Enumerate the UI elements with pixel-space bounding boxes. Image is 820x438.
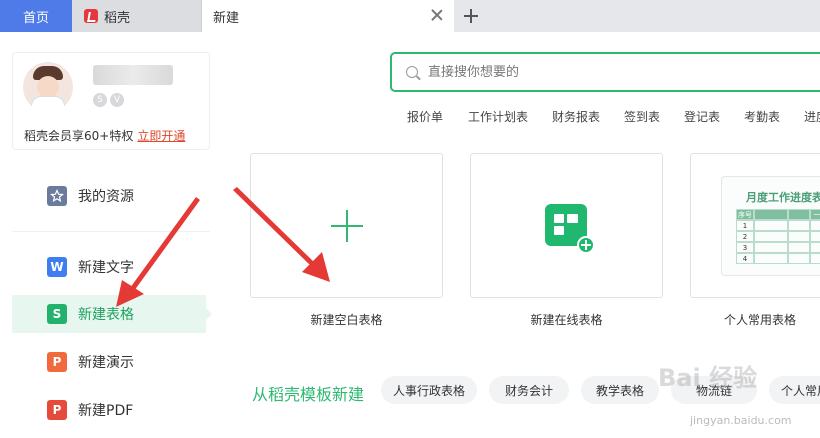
new-tab-button[interactable] bbox=[458, 0, 484, 32]
docer-logo-icon bbox=[84, 9, 98, 23]
search-box[interactable] bbox=[390, 52, 820, 92]
hot-tag[interactable]: 签到表 bbox=[624, 108, 660, 125]
template-section-title: 从稻壳模板新建 bbox=[252, 385, 365, 404]
plus-icon bbox=[331, 210, 363, 242]
hot-tag[interactable]: 报价单 bbox=[407, 108, 443, 125]
card-new-online-sheet[interactable] bbox=[470, 153, 663, 298]
star-icon bbox=[47, 186, 67, 206]
sidebar-item-new-writer[interactable]: W 新建文字 bbox=[12, 248, 206, 286]
template-preview: 月度工作进度表 序号 一 二 1 2 3 4 bbox=[721, 176, 820, 276]
card-title: 新建在线表格 bbox=[530, 313, 603, 327]
hot-tag[interactable]: 工作计划表 bbox=[468, 108, 528, 125]
template-chip[interactable]: 教学表格 bbox=[581, 376, 659, 404]
watermark-sub: jingyan.baidu.com bbox=[690, 414, 792, 427]
app-window: 首页 稻壳 新建 S V 稻壳会员享60+特权 立即开通 我的资源 W 新建文字… bbox=[0, 0, 820, 438]
member-badge-icon: S bbox=[93, 93, 107, 107]
sidebar-item-label: 新建PDF bbox=[78, 403, 134, 419]
sidebar-divider bbox=[12, 231, 210, 232]
sidebar-item-label: 新建表格 bbox=[78, 307, 134, 323]
sidebar-item-new-pdf[interactable]: P 新建PDF bbox=[12, 391, 206, 429]
hot-tags: 报价单 工作计划表 财务报表 签到表 登记表 考勤表 进度 bbox=[407, 108, 820, 126]
sidebar-item-label: 新建演示 bbox=[78, 355, 134, 371]
hot-tag[interactable]: 登记表 bbox=[684, 108, 720, 125]
hot-tag[interactable]: 进度 bbox=[804, 108, 820, 125]
vip-badge-icon: V bbox=[110, 93, 124, 107]
tab-bar: 首页 稻壳 新建 bbox=[0, 0, 820, 32]
vip-promo: 稻壳会员享60+特权 立即开通 bbox=[24, 127, 185, 144]
writer-w-icon: W bbox=[47, 257, 67, 277]
template-chip[interactable]: 物流链 bbox=[671, 376, 757, 404]
template-preview-table: 序号 一 二 1 2 3 4 bbox=[736, 209, 820, 264]
tab-new-label: 新建 bbox=[213, 10, 240, 26]
hot-tag[interactable]: 考勤表 bbox=[744, 108, 780, 125]
card-title: 个人常用表格 bbox=[723, 313, 796, 327]
online-sheet-icon bbox=[545, 204, 595, 254]
sidebar-item-new-presentation[interactable]: P 新建演示 bbox=[12, 343, 206, 381]
card-new-blank-sheet[interactable] bbox=[250, 153, 443, 298]
close-tab-icon[interactable] bbox=[430, 8, 444, 22]
pdf-icon: P bbox=[47, 400, 67, 420]
sidebar-item-label: 新建文字 bbox=[78, 260, 134, 276]
search-input[interactable] bbox=[428, 62, 808, 82]
sheet-s-icon: S bbox=[47, 304, 67, 324]
sidebar-item-new-sheet[interactable]: S 新建表格 bbox=[12, 295, 212, 333]
presentation-p-icon: P bbox=[47, 352, 67, 372]
template-chip[interactable]: 人事行政表格 bbox=[381, 376, 477, 404]
tab-home[interactable]: 首页 bbox=[0, 0, 72, 32]
tab-home-label: 首页 bbox=[22, 10, 49, 26]
tab-docer[interactable]: 稻壳 bbox=[72, 0, 202, 32]
card-title: 新建空白表格 bbox=[310, 313, 383, 327]
vip-promo-text: 稻壳会员享60+特权 bbox=[24, 129, 134, 143]
sidebar: S V 稻壳会员享60+特权 立即开通 我的资源 W 新建文字 S 新建表格 P … bbox=[0, 32, 222, 438]
search-icon bbox=[406, 66, 418, 78]
sidebar-item-my-resources[interactable]: 我的资源 bbox=[12, 177, 206, 215]
username-blurred bbox=[93, 65, 173, 85]
vip-open-link[interactable]: 立即开通 bbox=[137, 129, 185, 143]
template-chip[interactable]: 个人常用 bbox=[769, 376, 820, 404]
template-chip[interactable]: 财务会计 bbox=[489, 376, 569, 404]
profile-card: S V 稻壳会员享60+特权 立即开通 bbox=[12, 52, 210, 150]
sidebar-item-label: 我的资源 bbox=[78, 189, 134, 205]
plus-icon bbox=[464, 9, 478, 23]
card-personal-template[interactable]: 月度工作进度表 序号 一 二 1 2 3 4 bbox=[690, 153, 820, 298]
avatar[interactable] bbox=[23, 62, 73, 112]
hot-tag[interactable]: 财务报表 bbox=[552, 108, 600, 125]
template-preview-title: 月度工作进度表 bbox=[746, 191, 820, 204]
tab-docer-label: 稻壳 bbox=[104, 10, 131, 26]
tab-new[interactable]: 新建 bbox=[202, 0, 454, 32]
